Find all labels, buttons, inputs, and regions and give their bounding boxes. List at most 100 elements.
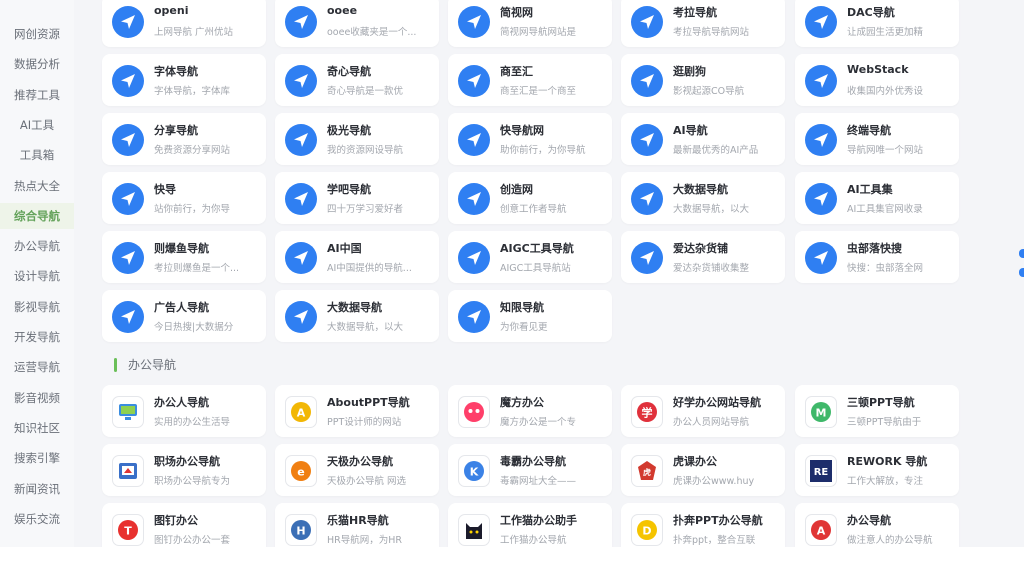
navigation-arrow-icon: [805, 124, 837, 156]
site-card[interactable]: 快导 站你前行，为你导: [102, 172, 266, 224]
sidebar-item[interactable]: 热点大全: [0, 173, 74, 199]
site-card[interactable]: 极光导航 我的资源网设导航: [275, 113, 439, 165]
sidebar-item[interactable]: 综合导航: [0, 202, 74, 229]
site-card-description: AIGC工具导航站: [500, 263, 571, 274]
site-logo-icon: [112, 396, 144, 428]
sidebar-item[interactable]: 数据分析: [0, 51, 74, 77]
site-card[interactable]: 学 好学办公网站导航 办公人员网站导航: [621, 385, 785, 437]
sidebar-item[interactable]: AI工具: [0, 112, 74, 138]
site-card[interactable]: K 毒霸办公导航 毒霸网址大全——: [448, 444, 612, 496]
site-card[interactable]: 考拉导航 考拉导航导航网站: [621, 0, 785, 47]
site-card-title: AI中国: [327, 242, 362, 255]
site-card[interactable]: AI工具集 AI工具集官网收录: [795, 172, 959, 224]
section-title-bar: [114, 358, 117, 372]
site-card[interactable]: 办公人导航 实用的办公生活导: [102, 385, 266, 437]
site-card[interactable]: 创造网 创意工作者导航: [448, 172, 612, 224]
site-card-title: REWORK 导航: [847, 455, 928, 468]
sidebar-item[interactable]: 运营导航: [0, 354, 74, 380]
site-card-title: 爱达杂货铺: [673, 242, 728, 255]
site-logo-icon: 虎: [631, 455, 663, 487]
site-card[interactable]: 职场办公导航 职场办公导航专为: [102, 444, 266, 496]
site-card[interactable]: AI导航 最新最优秀的AI产品: [621, 113, 785, 165]
navigation-arrow-icon: [805, 242, 837, 274]
site-card[interactable]: DAC导航让成园生活更加精: [795, 0, 959, 47]
site-card[interactable]: 虫部落快搜 快搜：虫部落全网: [795, 231, 959, 283]
site-card[interactable]: AIGC工具导航 AIGC工具导航站: [448, 231, 612, 283]
site-card-description: 奇心导航是一款优: [327, 86, 404, 97]
site-card-description: 实用的办公生活导: [154, 417, 231, 428]
site-logo-icon: M: [805, 396, 837, 428]
site-logo-icon: K: [458, 455, 490, 487]
site-card[interactable]: 知限导航 为你看见更: [448, 290, 612, 342]
site-card[interactable]: 字体导航 字体导航，字体库: [102, 54, 266, 106]
site-card[interactable]: 简视网 简视网导航网站是: [448, 0, 612, 47]
site-card-title: 大数据导航: [673, 183, 728, 196]
navigation-arrow-icon: [805, 65, 837, 97]
site-card-description: 简视网导航网站是: [500, 27, 577, 38]
site-logo-icon: RE: [805, 455, 837, 487]
site-card[interactable]: 爱达杂货铺 爱达杂货铺收集整: [621, 231, 785, 283]
svg-text:T: T: [124, 525, 132, 538]
site-logo-icon: T: [112, 514, 144, 546]
site-card-title: 毒霸办公导航: [500, 455, 566, 468]
sidebar-item[interactable]: 开发导航: [0, 324, 74, 350]
site-card[interactable]: 广告人导航 今日热搜|大数据分: [102, 290, 266, 342]
site-card-title: 大数据导航: [327, 301, 382, 314]
site-card-description: 为你看见更: [500, 322, 548, 333]
side-float-button[interactable]: [1019, 268, 1024, 277]
site-card[interactable]: RE REWORK 导航 工作大解放，专注: [795, 444, 959, 496]
site-card[interactable]: ooee ooee收藏夹是一个...: [275, 0, 439, 47]
site-card-title: ooee: [327, 4, 358, 17]
site-card[interactable]: A AboutPPT导航 PPT设计师的网站: [275, 385, 439, 437]
site-card-title: 乐猫HR导航: [327, 514, 389, 527]
navigation-arrow-icon: [285, 124, 317, 156]
site-card[interactable]: 奇心导航奇心导航是一款优: [275, 54, 439, 106]
site-card[interactable]: 快导航网 助你前行，为你导航: [448, 113, 612, 165]
navigation-arrow-icon: [112, 124, 144, 156]
site-card-title: 办公导航: [847, 514, 891, 527]
sidebar-item[interactable]: 娱乐交流: [0, 506, 74, 532]
site-card[interactable]: 终端导航 导航网唯一个网站: [795, 113, 959, 165]
site-card-description: 上网导航 广州优站: [154, 27, 234, 38]
sidebar-item[interactable]: 影视导航: [0, 294, 74, 320]
navigation-arrow-icon: [805, 183, 837, 215]
site-card[interactable]: 商至汇 商至汇是一个商至: [448, 54, 612, 106]
site-card[interactable]: M 三顿PPT导航 三顿PPT导航由于: [795, 385, 959, 437]
site-card[interactable]: WebStack 收集国内外优秀设: [795, 54, 959, 106]
sidebar-item[interactable]: 设计导航: [0, 263, 74, 289]
navigation-arrow-icon: [285, 242, 317, 274]
side-float-button[interactable]: [1019, 249, 1024, 258]
sidebar-item[interactable]: 工具箱: [0, 142, 74, 168]
site-card-description: 让成园生活更加精: [847, 27, 924, 38]
sidebar-item[interactable]: 搜索引擎: [0, 445, 74, 471]
sidebar-item[interactable]: 影音视频: [0, 385, 74, 411]
site-card[interactable]: 魔方办公 魔方办公是一个专: [448, 385, 612, 437]
site-card-title: 快导航网: [500, 124, 544, 137]
sidebar-item[interactable]: 知识社区: [0, 415, 74, 441]
sidebar-item[interactable]: 新闻资讯: [0, 476, 74, 502]
site-card-title: 奇心导航: [327, 65, 371, 78]
site-card[interactable]: e 天极办公导航 天极办公导航 网选: [275, 444, 439, 496]
site-card-title: AI工具集: [847, 183, 893, 196]
site-logo-icon: [112, 455, 144, 487]
site-card[interactable]: 大数据导航 大数据导航，以大: [621, 172, 785, 224]
sidebar-item[interactable]: 推荐工具: [0, 82, 74, 108]
site-card-description: 导航网唯一个网站: [847, 145, 924, 156]
site-card[interactable]: 则爆鱼导航 考拉则爆鱼是一个...: [102, 231, 266, 283]
site-card[interactable]: 学吧导航 四十万学习爱好者: [275, 172, 439, 224]
site-card[interactable]: 逛剧狗 影视起源CO导航: [621, 54, 785, 106]
site-card[interactable]: 大数据导航 大数据导航，以大: [275, 290, 439, 342]
site-card-title: DAC导航: [847, 6, 895, 19]
sidebar-item[interactable]: 网创资源: [0, 21, 74, 47]
site-card-description: 办公人员网站导航: [673, 417, 750, 428]
navigation-arrow-icon: [112, 301, 144, 333]
site-card[interactable]: openi 上网导航 广州优站: [102, 0, 266, 47]
site-card[interactable]: AI中国 AI中国提供的导航...: [275, 231, 439, 283]
navigation-arrow-icon: [631, 183, 663, 215]
site-card-description: 我的资源网设导航: [327, 145, 404, 156]
section-title: 办公导航: [128, 358, 177, 372]
site-card[interactable]: 虎 虎课办公 虎课办公www.huy: [621, 444, 785, 496]
site-card-title: 商至汇: [500, 65, 533, 78]
site-card[interactable]: 分享导航 免费资源分享网站: [102, 113, 266, 165]
sidebar-item[interactable]: 办公导航: [0, 233, 74, 259]
